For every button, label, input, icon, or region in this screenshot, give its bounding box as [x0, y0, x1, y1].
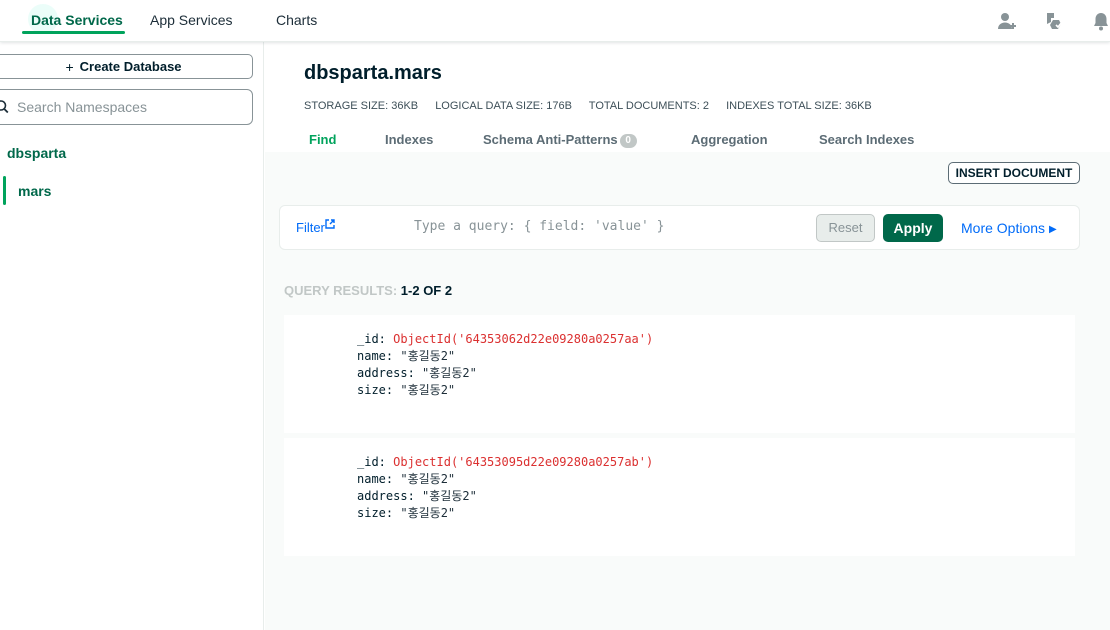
main-content: dbsparta.mars STORAGE SIZE: 36KB LOGICAL…	[265, 42, 1110, 630]
invite-user-icon[interactable]	[996, 10, 1018, 32]
field-size: size: "홍길동2"	[357, 382, 653, 399]
tab-search-indexes[interactable]: Search Indexes	[819, 132, 914, 147]
tab-charts[interactable]: Charts	[276, 12, 317, 28]
filter-label: Filter	[296, 220, 325, 235]
query-results-count: 1-2 OF 2	[400, 283, 453, 298]
document-card[interactable]: _id: ObjectId('64353062d22e09280a0257aa'…	[284, 315, 1075, 433]
apply-button[interactable]: Apply	[883, 214, 943, 242]
sidebar: + Create Database dbsparta mars	[0, 42, 264, 630]
plus-icon: +	[65, 58, 74, 75]
sidebar-item-collection[interactable]: mars	[0, 176, 262, 205]
collection-stats: STORAGE SIZE: 36KB LOGICAL DATA SIZE: 17…	[304, 100, 886, 112]
collection-tabs: Find Indexes Schema Anti-Patterns 0 Aggre…	[265, 130, 1110, 152]
collection-header: dbsparta.mars STORAGE SIZE: 36KB LOGICAL…	[265, 42, 1110, 152]
search-icon	[0, 100, 9, 114]
query-input[interactable]	[414, 219, 794, 234]
stat-indexes-total-size: INDEXES TOTAL SIZE: 36KB	[726, 100, 872, 112]
query-bar: Filter Reset Apply More Options▶	[279, 205, 1080, 250]
top-navigation: Data Services App Services Charts	[0, 0, 1110, 42]
document-fields: _id: ObjectId('64353062d22e09280a0257aa'…	[357, 331, 653, 399]
field-key: address:	[357, 366, 415, 380]
field-key: _id:	[357, 455, 386, 469]
field-value: "홍길동2"	[400, 506, 456, 520]
field-name: name: "홍길동2"	[357, 471, 653, 488]
insert-document-button[interactable]: INSERT DOCUMENT	[948, 162, 1080, 184]
field-value: ObjectId('64353062d22e09280a0257aa')	[393, 332, 654, 346]
project-activity-icon[interactable]	[1043, 10, 1065, 32]
field-value: "홍길동2"	[422, 489, 477, 503]
external-link-icon	[325, 219, 335, 229]
field-id: _id: ObjectId('64353062d22e09280a0257aa'…	[357, 331, 653, 348]
field-key: _id:	[357, 332, 386, 346]
search-namespaces-input[interactable]	[17, 99, 237, 115]
tab-aggregation[interactable]: Aggregation	[691, 132, 768, 147]
search-namespaces-field[interactable]	[0, 89, 253, 125]
query-results-label: QUERY RESULTS:	[284, 283, 398, 298]
tab-schema-anti-patterns-label: Schema Anti-Patterns	[483, 132, 618, 147]
stat-total-documents: TOTAL DOCUMENTS: 2	[588, 100, 709, 112]
sidebar-item-collection-label: mars	[18, 183, 52, 199]
field-address: address: "홍길동2"	[357, 488, 653, 505]
page-title: dbsparta.mars	[304, 62, 442, 84]
field-value: "홍길동2"	[400, 383, 456, 397]
field-id: _id: ObjectId('64353095d22e09280a0257ab'…	[357, 454, 653, 471]
notifications-icon[interactable]	[1090, 10, 1110, 32]
stat-storage-size: STORAGE SIZE: 36KB	[304, 100, 419, 112]
field-key: size:	[357, 506, 394, 520]
document-fields: _id: ObjectId('64353095d22e09280a0257ab'…	[357, 454, 653, 522]
stat-logical-data-size: LOGICAL DATA SIZE: 176B	[435, 100, 572, 112]
field-name: name: "홍길동2"	[357, 348, 653, 365]
create-database-label: Create Database	[79, 59, 182, 74]
tab-indexes[interactable]: Indexes	[385, 132, 433, 147]
more-options-button[interactable]: More Options ▶	[961, 220, 1057, 236]
reset-button[interactable]: Reset	[816, 214, 875, 242]
active-tab-underline	[22, 31, 125, 34]
field-value: "홍길동2"	[422, 366, 477, 380]
more-options-label: More Options	[961, 220, 1046, 236]
field-value: ObjectId('64353095d22e09280a0257ab')	[393, 455, 654, 469]
field-key: size:	[357, 383, 394, 397]
tab-find[interactable]: Find	[309, 132, 336, 147]
active-indicator	[3, 176, 6, 205]
document-card[interactable]: _id: ObjectId('64353095d22e09280a0257ab'…	[284, 438, 1075, 556]
field-value: "홍길동2"	[400, 349, 456, 363]
tab-app-services[interactable]: App Services	[150, 12, 232, 28]
field-address: address: "홍길동2"	[357, 365, 653, 382]
field-key: address:	[357, 489, 415, 503]
tab-schema-anti-patterns[interactable]: Schema Anti-Patterns 0	[483, 132, 637, 148]
tab-data-services[interactable]: Data Services	[31, 12, 123, 28]
query-results-summary: QUERY RESULTS: 1-2 OF 2	[284, 283, 452, 298]
filter-link[interactable]: Filter	[296, 219, 335, 235]
create-database-button[interactable]: + Create Database	[0, 54, 253, 79]
schema-count-badge: 0	[619, 134, 637, 148]
field-value: "홍길동2"	[400, 472, 456, 486]
field-size: size: "홍길동2"	[357, 505, 653, 522]
field-key: name:	[357, 349, 394, 363]
sidebar-item-database[interactable]: dbsparta	[7, 145, 66, 161]
field-key: name:	[357, 472, 394, 486]
caret-right-icon: ▶	[1049, 224, 1057, 235]
